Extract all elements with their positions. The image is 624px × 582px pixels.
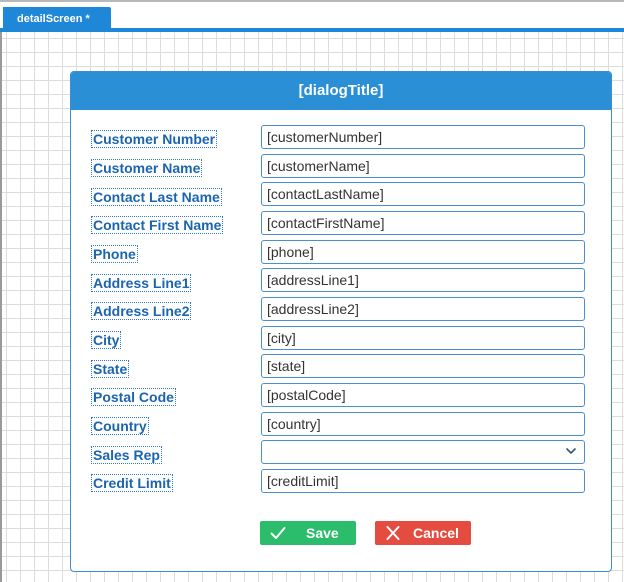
field-postal-code[interactable]: [postalCode]: [261, 383, 585, 407]
label-city: City: [91, 331, 122, 349]
label-sales-rep: Sales Rep: [91, 446, 162, 464]
label-phone: Phone: [91, 245, 138, 263]
field-customer-number[interactable]: [customerNumber]: [261, 125, 585, 149]
field-customer-name[interactable]: [customerName]: [261, 154, 585, 178]
cancel-button[interactable]: Cancel: [375, 521, 471, 545]
field-address-line2[interactable]: [addressLine2]: [261, 297, 585, 321]
label-state: State: [91, 360, 130, 378]
field-contact-last-name[interactable]: [contactLastName]: [261, 182, 585, 206]
field-city[interactable]: [city]: [261, 326, 585, 350]
dialog-form: [dialogTitle] Customer Number [customerN…: [70, 71, 612, 572]
label-contact-first-name: Contact First Name: [91, 216, 224, 234]
field-state[interactable]: [state]: [261, 354, 585, 378]
dialog-title: [dialogTitle]: [71, 72, 611, 110]
label-address-line2: Address Line2: [91, 302, 192, 320]
label-customer-number: Customer Number: [91, 130, 218, 148]
label-address-line1: Address Line1: [91, 274, 192, 292]
canvas-left-edge: [0, 32, 2, 582]
save-button[interactable]: Save: [260, 521, 356, 545]
field-phone[interactable]: [phone]: [261, 240, 585, 264]
close-icon: [386, 526, 400, 540]
save-button-label: Save: [306, 525, 339, 541]
label-customer-name: Customer Name: [91, 159, 203, 177]
select-sales-rep[interactable]: [261, 440, 585, 464]
label-postal-code: Postal Code: [91, 388, 176, 406]
label-country: Country: [91, 417, 149, 435]
label-contact-last-name: Contact Last Name: [91, 188, 222, 206]
chevron-down-icon: [566, 448, 576, 454]
field-contact-first-name[interactable]: [contactFirstName]: [261, 211, 585, 235]
label-credit-limit: Credit Limit: [91, 474, 173, 492]
check-icon: [270, 527, 286, 539]
cancel-button-label: Cancel: [413, 525, 459, 541]
field-country[interactable]: [country]: [261, 412, 585, 436]
field-credit-limit[interactable]: [creditLimit]: [261, 469, 585, 493]
field-address-line1[interactable]: [addressLine1]: [261, 268, 585, 292]
